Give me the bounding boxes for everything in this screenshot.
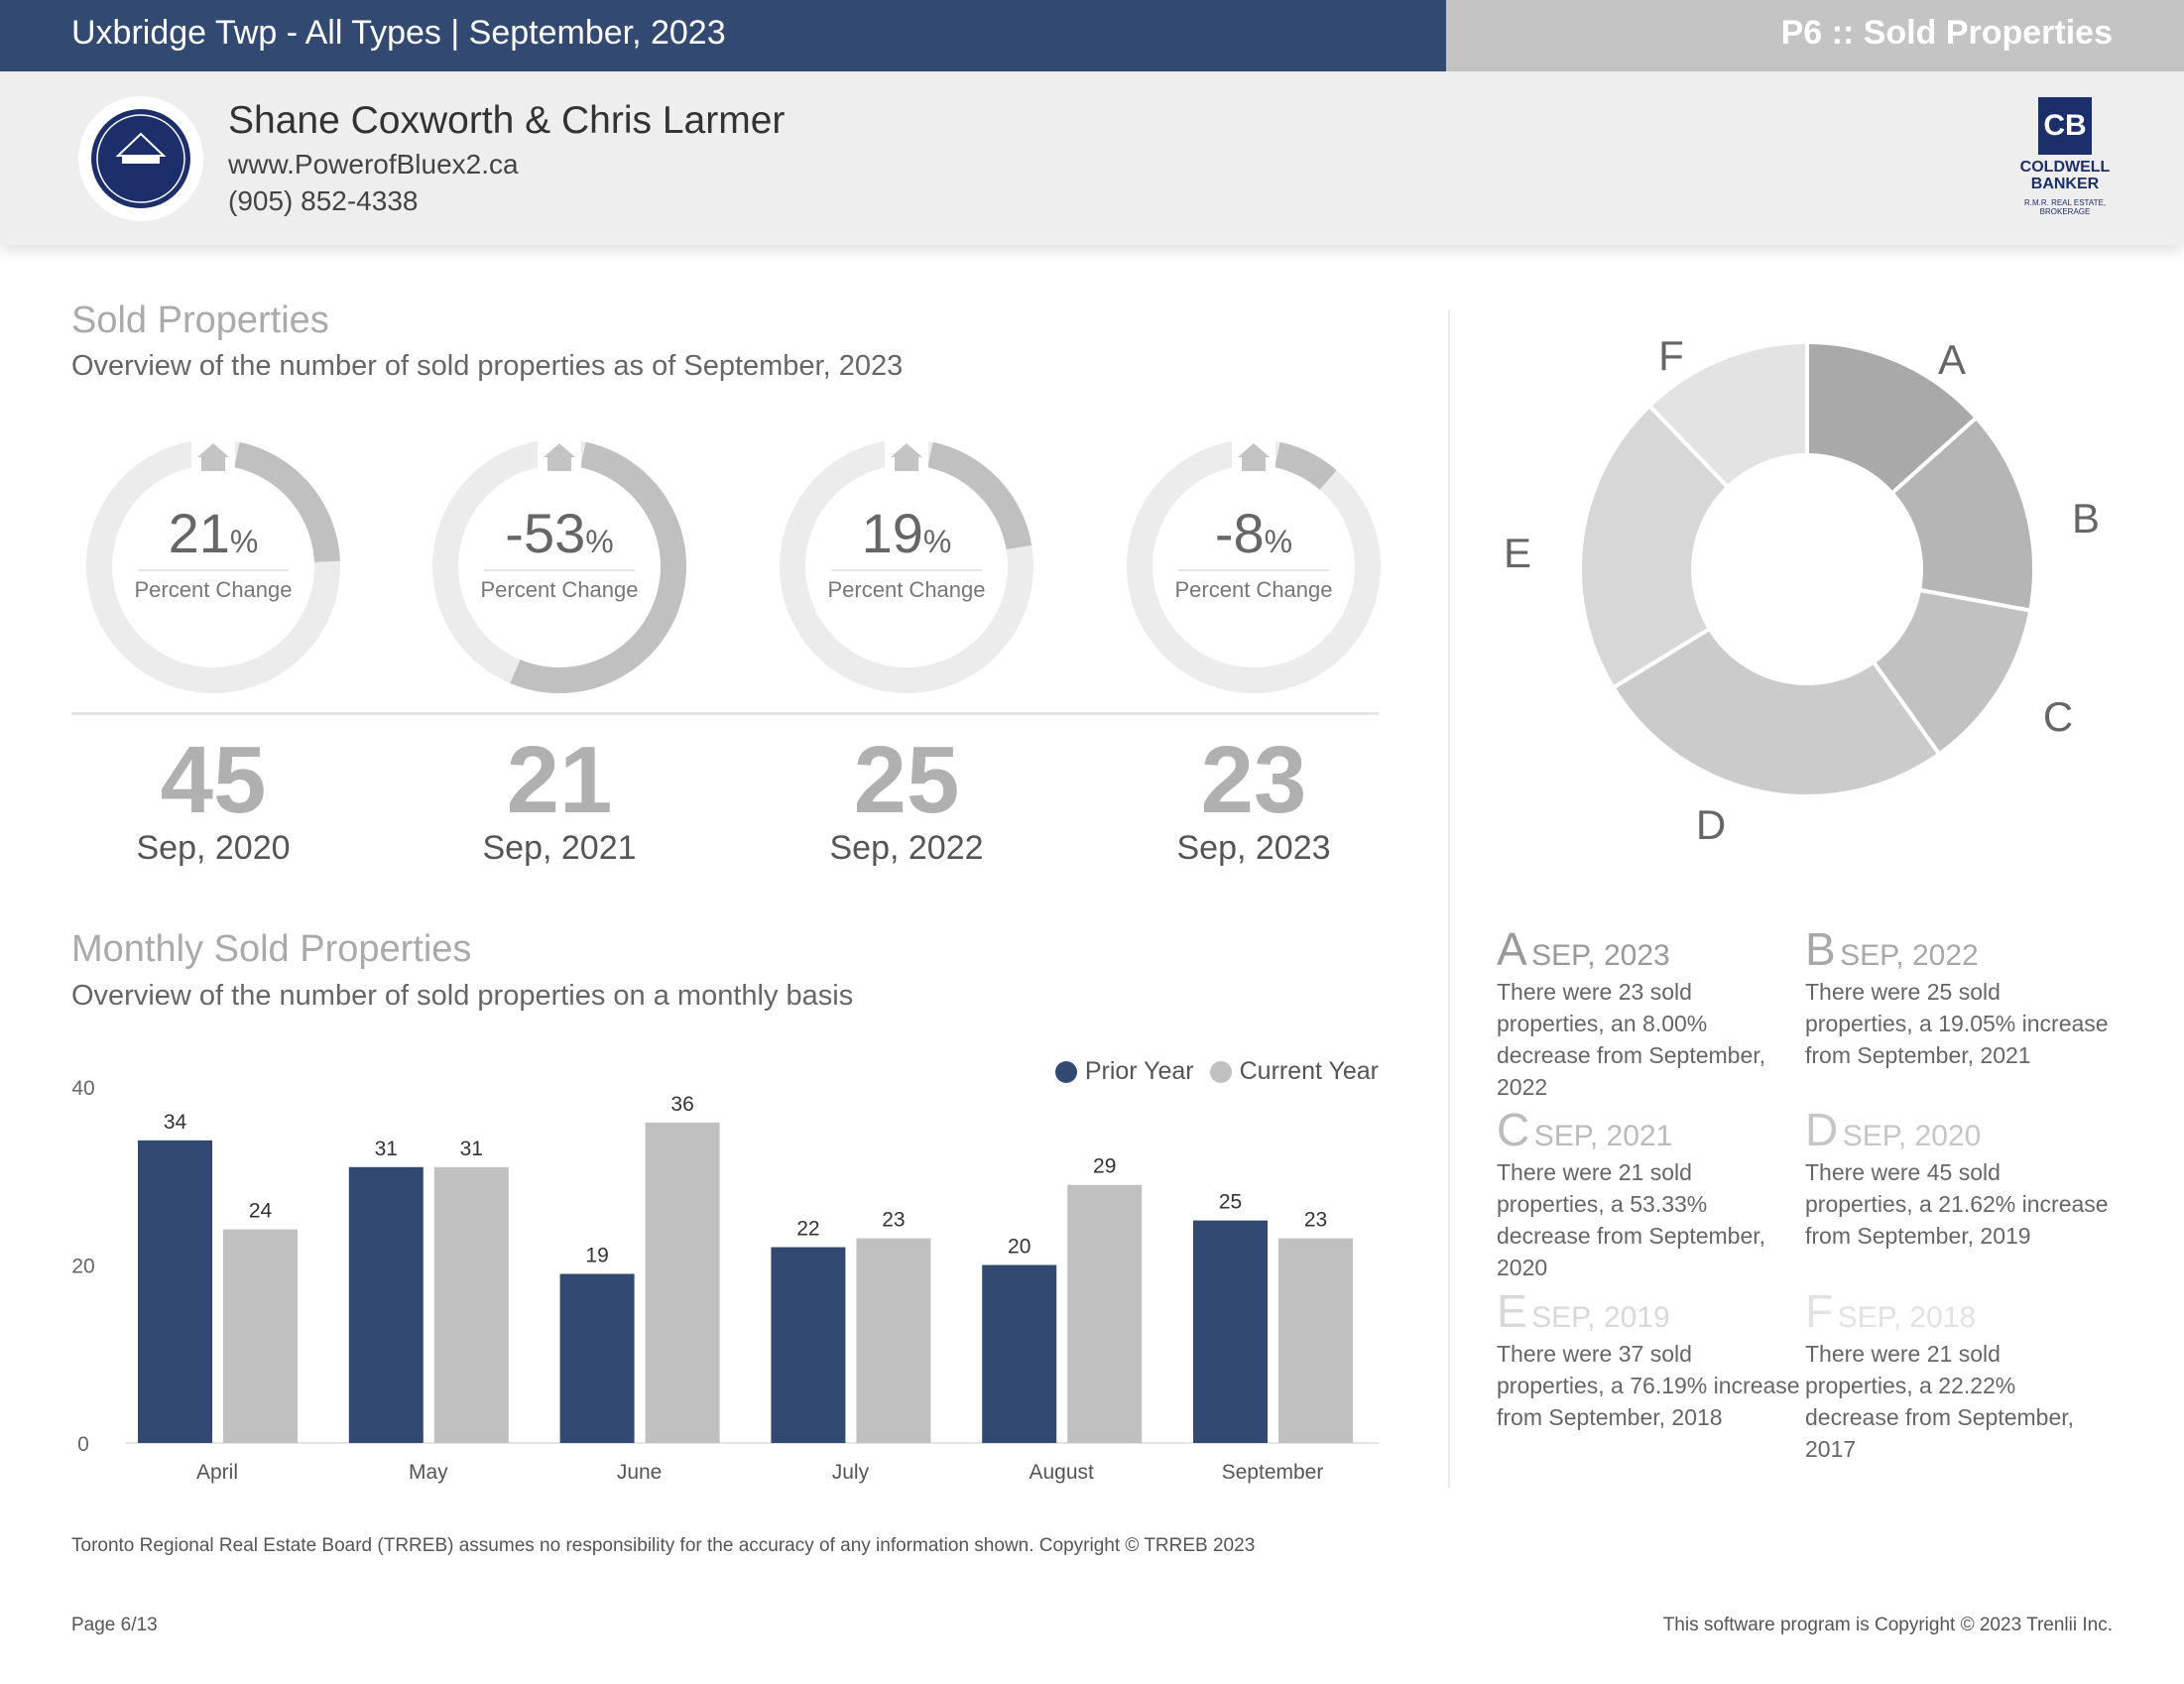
bar-value-label: 29 [1093, 1155, 1116, 1178]
legend-letter: C [1497, 1104, 1530, 1155]
bar-prior-year [982, 1264, 1057, 1443]
bar-value-label: 34 [164, 1111, 187, 1134]
legend-period: SEP, 2022 [1840, 939, 1979, 972]
cb-mark-icon: CB [2038, 97, 2092, 155]
disclaimer: Toronto Regional Real Estate Board (TRRE… [71, 1535, 1256, 1556]
bar-current-year [433, 1166, 509, 1443]
header-page-bar: P6 :: Sold Properties [1446, 0, 2184, 71]
bar-prior-year [771, 1247, 846, 1443]
donut-label: A [1938, 336, 1966, 383]
legend-entry: F SEP, 2018 There were 21 sold propertie… [1805, 1284, 2113, 1465]
donut-chart: A B C D E F [1504, 332, 2100, 848]
legend-heading: A SEP, 2023 [1497, 922, 1804, 976]
bar-current-year [1278, 1238, 1353, 1443]
bar-value-label: 25 [1219, 1191, 1242, 1214]
bar-current-year [856, 1238, 931, 1443]
x-tick-label: July [832, 1461, 870, 1484]
bar-value-label: 19 [585, 1244, 608, 1266]
coldwell-banker-logo: CB COLDWELL BANKER R.M.R. REAL ESTATE, B… [2013, 97, 2117, 216]
legend-letter: B [1805, 923, 1836, 975]
bar-value-label: 22 [796, 1218, 819, 1241]
legend-letter: D [1805, 1104, 1839, 1155]
bar-prior-year [559, 1273, 635, 1443]
software-copyright: This software program is Copyright © 202… [1662, 1615, 2113, 1635]
legend-entry: B SEP, 2022 There were 25 sold propertie… [1805, 922, 2113, 1071]
legend-text: There were 21 sold properties, a 53.33% … [1497, 1159, 1766, 1280]
donut-label: C [2043, 693, 2073, 740]
legend-period: SEP, 2020 [1842, 1120, 1982, 1152]
y-tick-label: 20 [71, 1256, 94, 1278]
donut-label: B [2072, 495, 2100, 541]
legend-entry: E SEP, 2019 There were 37 sold propertie… [1497, 1284, 1804, 1433]
legend-text: There were 25 sold properties, a 19.05% … [1805, 979, 2109, 1068]
y-tick-label: 0 [77, 1433, 89, 1456]
legend-heading: C SEP, 2021 [1497, 1103, 1804, 1156]
bar-current-year [645, 1122, 720, 1443]
legend-text: There were 37 sold properties, a 76.19% … [1497, 1341, 1800, 1430]
legend-heading: B SEP, 2022 [1805, 922, 2113, 976]
x-tick-label: May [409, 1461, 448, 1484]
x-tick-label: August [1030, 1461, 1095, 1484]
page-label: P6 :: Sold Properties [1780, 14, 2113, 52]
donut-label: D [1696, 801, 1726, 848]
legend-letter: A [1497, 923, 1527, 975]
donut-label: E [1504, 530, 1531, 576]
monthly-bar-chart: 0 20 40 April 34 24 May 31 31 June 19 36 July 22 23 Aug… [71, 1077, 1379, 1484]
legend-text: There were 23 sold properties, an 8.00% … [1497, 979, 1766, 1100]
legend-heading: F SEP, 2018 [1805, 1284, 2113, 1338]
legend-letter: E [1497, 1285, 1527, 1337]
bar-current-year [1067, 1184, 1143, 1443]
bar-value-label: 23 [882, 1209, 905, 1232]
logo-line: R.M.R. REAL ESTATE, [2023, 198, 2107, 207]
legend-text: There were 45 sold properties, a 21.62% … [1805, 1159, 2109, 1249]
legend-period: SEP, 2023 [1531, 939, 1670, 972]
legend-period: SEP, 2018 [1837, 1301, 1977, 1334]
legend-heading: D SEP, 2020 [1805, 1103, 2113, 1156]
bar-prior-year [138, 1140, 212, 1443]
bar-prior-year [1193, 1220, 1268, 1443]
bar-value-label: 31 [375, 1138, 398, 1160]
logo-line: COLDWELL [2019, 159, 2111, 176]
bar-value-label: 31 [460, 1138, 483, 1160]
legend-entry: D SEP, 2020 There were 45 sold propertie… [1805, 1103, 2113, 1252]
legend-period: SEP, 2021 [1533, 1120, 1673, 1152]
legend-period: SEP, 2019 [1531, 1301, 1670, 1334]
bar-value-label: 36 [670, 1093, 693, 1116]
legend-letter: F [1805, 1285, 1834, 1337]
legend-entry: C SEP, 2021 There were 21 sold propertie… [1497, 1103, 1804, 1283]
donut-label: F [1658, 332, 1684, 379]
legend-entry: A SEP, 2023 There were 23 sold propertie… [1497, 922, 1804, 1103]
y-tick-label: 40 [71, 1077, 94, 1100]
bar-value-label: 24 [249, 1200, 273, 1223]
bar-value-label: 23 [1304, 1209, 1327, 1232]
x-tick-label: June [617, 1461, 663, 1484]
legend-heading: E SEP, 2019 [1497, 1284, 1804, 1338]
bar-prior-year [348, 1166, 424, 1443]
logo-line: BROKERAGE [2039, 207, 2091, 216]
bar-current-year [223, 1229, 298, 1443]
x-tick-label: September [1222, 1461, 1324, 1484]
bar-value-label: 20 [1008, 1236, 1031, 1259]
legend-text: There were 21 sold properties, a 22.22% … [1805, 1341, 2075, 1462]
logo-line: BANKER [2030, 176, 2100, 192]
x-tick-label: April [196, 1461, 238, 1484]
page-number: Page 6/13 [71, 1615, 158, 1635]
